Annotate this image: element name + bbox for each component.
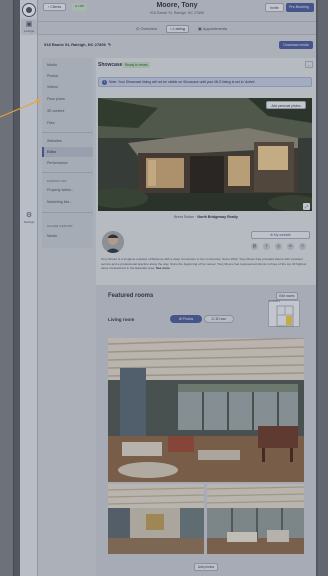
linkedin-icon[interactable]: in — [287, 243, 294, 250]
floor-plan-drawing — [276, 305, 294, 327]
edit-rooms-button[interactable]: Edit rooms — [276, 292, 298, 300]
nav-divider — [42, 212, 93, 213]
client-tabs: ◎Overview ⌂Listing ▣Appointments — [38, 22, 316, 35]
collapse-icon[interactable]: – — [305, 61, 313, 68]
calendar-icon: ▣ — [198, 26, 202, 31]
3d-tour-toggle[interactable]: ⊡ 3D tour — [204, 315, 234, 323]
rail-item-settings[interactable]: ⚙ Settings — [21, 212, 37, 224]
tab-label: Appointments — [202, 26, 228, 31]
listing-side-nav: Media Photos Videos Floor plans 3D conte… — [42, 58, 93, 248]
instagram-icon[interactable]: ◎ — [275, 243, 282, 250]
listing-address-text: 918 Ramie St, Raleigh, NC 27896 — [44, 42, 106, 47]
client-icon: ▣ — [25, 21, 33, 28]
rail-item-listings[interactable]: ▣ Listings — [21, 19, 37, 35]
agent-company: North Bridgeway Realty — [197, 215, 238, 219]
see-more-link[interactable]: See more — [156, 266, 170, 270]
nav-performance[interactable]: Performance — [42, 158, 93, 168]
review-status-badge: Ready to review — [123, 62, 150, 68]
overview-icon: ◎ — [136, 26, 140, 31]
nav-marketing-kits[interactable]: Marketing kits... — [42, 197, 93, 207]
room-photo-image — [108, 484, 204, 554]
room-title: Living room — [108, 317, 135, 322]
nav-share-media[interactable]: Media — [42, 231, 93, 241]
rail-label: Settings — [23, 220, 35, 224]
featured-rooms-section: Featured rooms Edit rooms FLOOR 1 Living… — [96, 285, 316, 576]
agent-line: Brent Sutton · North Bridgeway Realty — [174, 215, 238, 219]
app-rail: ▣ Listings ⚙ Settings — [20, 0, 38, 576]
nav-files[interactable]: Files — [42, 118, 93, 128]
nav-property-websites[interactable]: Property websi... — [42, 185, 93, 195]
info-icon: i — [102, 80, 107, 85]
nav-heading-marketing: MARKETING — [47, 179, 67, 183]
invite-button[interactable]: Invite — [265, 3, 284, 12]
expand-icon[interactable]: ⤢ — [303, 203, 310, 210]
tab-overview[interactable]: ◎Overview — [133, 25, 160, 33]
nav-heading-share-report: SHARE REPORT — [47, 224, 74, 228]
nav-divider — [42, 172, 93, 173]
backdrop-left — [0, 0, 14, 576]
agent-profile-card: ⊕ My website ⛓ f ◎ in 𝕏 Tony Moore is a … — [99, 226, 312, 280]
nav-floor-plans[interactable]: Floor plans — [42, 94, 93, 104]
room-photo-thumbnail[interactable] — [207, 484, 304, 554]
living-room-image — [108, 338, 304, 482]
avatar — [102, 231, 124, 253]
listing-bar: 918 Ramie St, Raleigh, NC 27896 ✎ Downloa… — [38, 38, 316, 52]
x-icon[interactable]: 𝕏 — [299, 243, 306, 250]
nav-videos[interactable]: Videos — [42, 82, 93, 92]
showcase-title: Showcase — [98, 62, 123, 68]
showcase-panel: Showcase Ready to review – i Note: Your … — [96, 58, 316, 576]
room-photo-thumbnail[interactable] — [108, 484, 204, 554]
add-photos-button[interactable]: Add photos — [194, 563, 218, 571]
tab-appointments[interactable]: ▣Appointments — [195, 25, 230, 33]
mls-notice-text: Note: Your Showcase listing will not be … — [109, 80, 256, 84]
floor-label: FLOOR 1 — [269, 300, 281, 303]
tab-listing[interactable]: ⌂Listing — [166, 25, 189, 33]
agent-bio-text: Tony Moore is a longtime resident of Bel… — [101, 257, 307, 271]
add-personal-photos-button[interactable]: Add personal photos — [266, 101, 306, 109]
app-logo[interactable] — [22, 3, 36, 17]
gear-icon: ⚙ — [25, 212, 33, 219]
nav-photos[interactable]: Photos — [42, 71, 93, 81]
nav-divider — [42, 132, 93, 133]
agent-bio: Tony Moore is a longtime resident of Bel… — [101, 257, 310, 271]
client-header: ‹ Clients ● Live Moore, Tony 918 Ramie S… — [38, 0, 316, 22]
avatar-image — [102, 231, 124, 253]
mls-notice: i Note: Your Showcase listing will not b… — [98, 77, 312, 87]
tour-callout-pointer — [0, 99, 40, 118]
tab-label: Listing — [173, 26, 185, 31]
photos-toggle[interactable]: ⊞ Photos — [170, 315, 202, 323]
pre-booking-button[interactable]: Pre-Booking ⌄ — [286, 3, 314, 15]
nav-3d-content[interactable]: 3D content — [42, 106, 93, 116]
tab-label: Overview — [140, 26, 158, 31]
agent-name: Brent Sutton — [174, 215, 195, 219]
living-room-photo[interactable] — [108, 338, 304, 482]
listing-address: 918 Ramie St, Raleigh, NC 27896 ✎ — [44, 42, 111, 47]
hero-photo-image — [98, 98, 312, 211]
backdrop-right — [318, 0, 328, 576]
featured-rooms-title: Featured rooms — [108, 293, 154, 299]
download-media-button[interactable]: Download media — [279, 41, 313, 49]
hero-photo[interactable] — [98, 98, 312, 211]
nav-editor[interactable]: Editor — [42, 147, 93, 157]
nav-websites[interactable]: Websites — [42, 136, 93, 146]
edit-pencil-icon[interactable]: ✎ — [108, 42, 111, 47]
room-photo-image — [207, 484, 304, 554]
nav-media[interactable]: Media — [42, 60, 93, 70]
rail-label: Listings — [23, 29, 35, 33]
link-icon[interactable]: ⛓ — [251, 243, 258, 250]
my-website-button[interactable]: ⊕ My website — [251, 231, 310, 239]
facebook-icon[interactable]: f — [263, 243, 270, 250]
floor-plan-thumbnail[interactable] — [268, 300, 300, 327]
